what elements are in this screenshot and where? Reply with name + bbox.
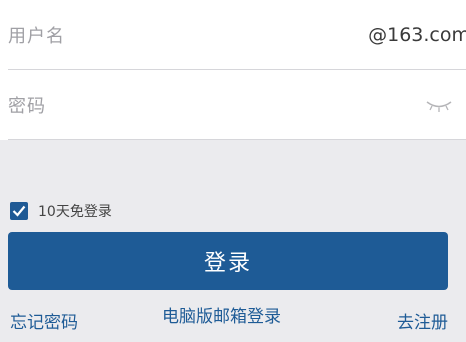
remember-checkbox[interactable] <box>10 202 28 220</box>
username-label: 用户名 <box>8 26 65 47</box>
login-button[interactable]: 登录 <box>8 232 448 290</box>
username-field[interactable]: 用户名 @163.com <box>0 0 466 70</box>
username-domain-suffix: @163.com <box>368 24 466 46</box>
register-link[interactable]: 去注册 <box>397 308 448 333</box>
pc-mailbox-login-link[interactable]: 电脑版邮箱登录 <box>162 302 281 327</box>
field-divider <box>8 139 466 140</box>
password-field[interactable]: 密码 <box>0 70 466 140</box>
forgot-password-link[interactable]: 忘记密码 <box>10 308 78 333</box>
remember-login[interactable]: 10天免登录 <box>10 200 112 222</box>
remember-label: 10天免登录 <box>38 204 112 220</box>
eye-closed-icon[interactable] <box>424 98 454 112</box>
password-label: 密码 <box>8 96 46 117</box>
login-form: 用户名 @163.com 密码 <box>0 0 466 140</box>
checkmark-icon <box>12 205 26 217</box>
